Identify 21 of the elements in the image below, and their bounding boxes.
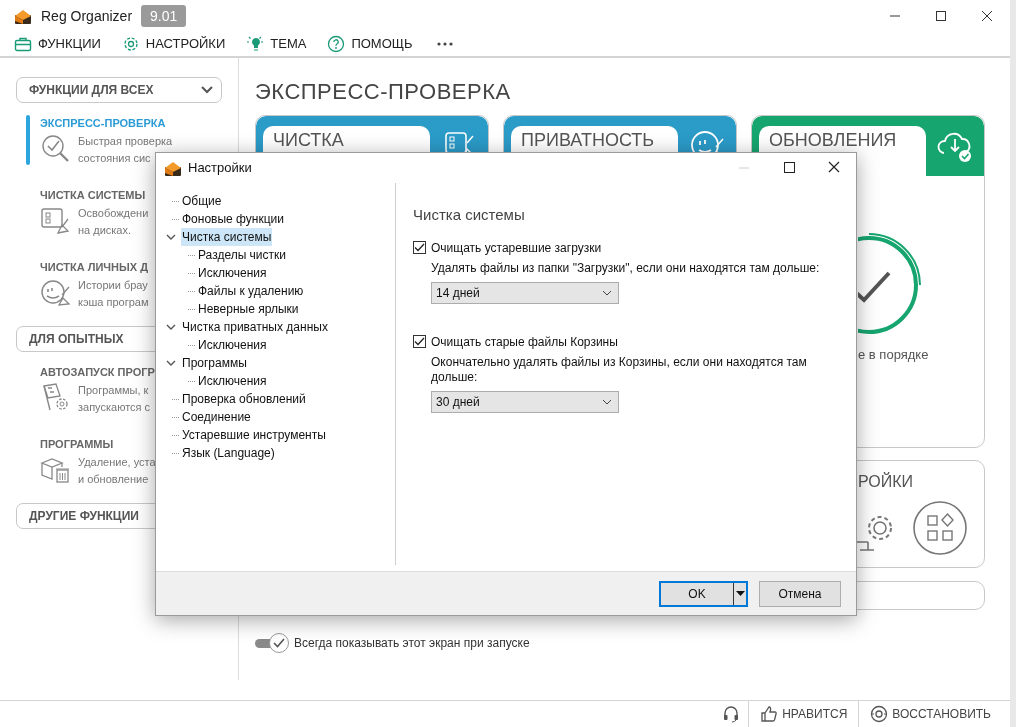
sidebar-item-description: и обновление: [78, 472, 149, 487]
status-text: е в порядке: [858, 346, 929, 364]
page-heading: ЭКСПРЕСС-ПРОВЕРКА: [255, 78, 512, 106]
card-title: ЧИСТКА: [273, 130, 344, 150]
card-title: ОБНОВЛЕНИЯ: [769, 130, 897, 150]
dialog-title: Настройки: [188, 159, 252, 178]
sidebar-item-description: Программы, к: [78, 383, 149, 398]
sidebar-item-description: кэша програм: [78, 295, 149, 310]
sidebar-item-description: Быстрая проверка: [78, 134, 173, 149]
sidebar-item-description: Освобождени: [78, 206, 149, 221]
sidebar-item-description: запускаются с: [78, 400, 151, 415]
sidebar-item-description: Удаление, уста: [78, 455, 156, 470]
version-badge: 9.01: [141, 5, 187, 27]
sidebar-item-description: на дисках.: [78, 223, 132, 238]
app-title: Reg Organizer: [41, 6, 133, 26]
card-title: РОЙКИ: [858, 471, 915, 492]
toggle-label: Всегда показывать этот экран при запуске: [294, 635, 530, 652]
sidebar-item-description: Истории брау: [78, 278, 148, 293]
sidebar-item-description: состояния сис: [78, 151, 151, 166]
section-title: Чистка системы: [413, 205, 526, 225]
card-title: ПРИВАТНОСТЬ: [521, 130, 655, 150]
